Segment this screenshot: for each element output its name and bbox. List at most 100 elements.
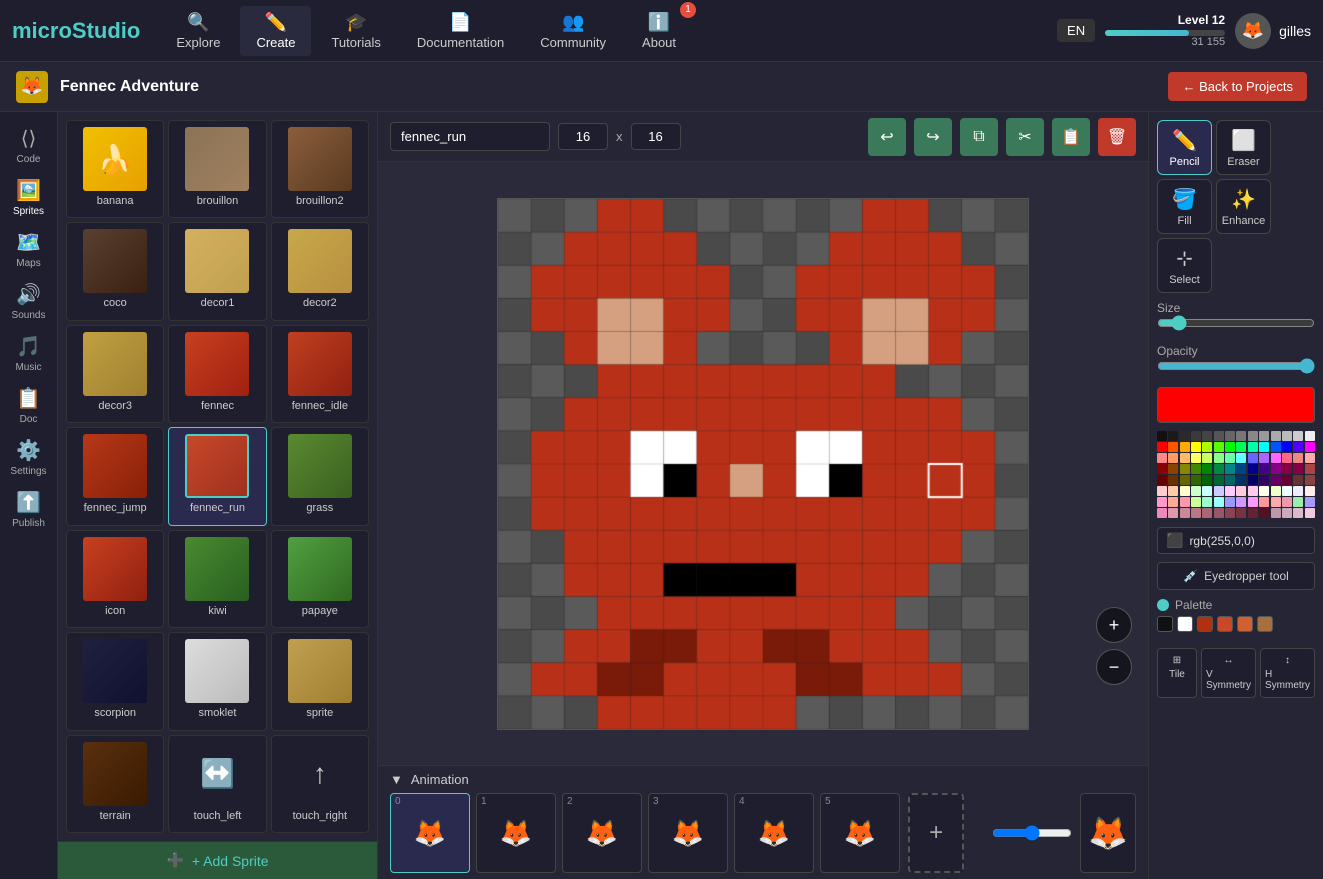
palette-color-7-8[interactable] [1248, 508, 1258, 518]
palette-color-0-8[interactable] [1248, 431, 1258, 441]
palette-color-4-4[interactable] [1202, 475, 1212, 485]
palette-color-5-9[interactable] [1259, 486, 1269, 496]
palette-color-4-10[interactable] [1271, 475, 1281, 485]
palette-color-5-0[interactable] [1157, 486, 1167, 496]
opacity-slider[interactable] [1157, 358, 1315, 374]
sprite-item-brouillon2[interactable]: brouillon2 [271, 120, 369, 218]
palette-color-7-2[interactable] [1180, 508, 1190, 518]
palette-color-1-11[interactable] [1282, 442, 1292, 452]
saved-color-1[interactable] [1177, 616, 1193, 632]
sidebar-item-publish[interactable]: ⬆️ Publish [4, 484, 54, 534]
animation-collapse-icon[interactable]: ▼ [390, 772, 403, 787]
sidebar-item-sounds[interactable]: 🔊 Sounds [4, 276, 54, 326]
palette-color-3-10[interactable] [1271, 464, 1281, 474]
palette-color-3-0[interactable] [1157, 464, 1167, 474]
palette-color-2-9[interactable] [1259, 453, 1269, 463]
palette-color-2-13[interactable] [1305, 453, 1315, 463]
palette-color-4-1[interactable] [1168, 475, 1178, 485]
palette-color-1-5[interactable] [1214, 442, 1224, 452]
palette-color-7-9[interactable] [1259, 508, 1269, 518]
fill-tool[interactable]: 🪣 Fill [1157, 179, 1212, 234]
palette-color-4-8[interactable] [1248, 475, 1258, 485]
zoom-in-button[interactable]: + [1096, 607, 1132, 643]
palette-color-0-5[interactable] [1214, 431, 1224, 441]
palette-color-7-5[interactable] [1214, 508, 1224, 518]
palette-color-4-7[interactable] [1236, 475, 1246, 485]
palette-color-7-10[interactable] [1271, 508, 1281, 518]
palette-color-5-12[interactable] [1293, 486, 1303, 496]
height-input[interactable] [631, 123, 681, 150]
sprite-item-fennec[interactable]: fennec [168, 325, 266, 423]
width-input[interactable] [558, 123, 608, 150]
palette-color-2-5[interactable] [1214, 453, 1224, 463]
sidebar-item-code[interactable]: ⟨⟩ Code [4, 120, 54, 170]
palette-color-5-1[interactable] [1168, 486, 1178, 496]
saved-color-0[interactable] [1157, 616, 1173, 632]
anim-frame-0[interactable]: 0 🦊 [390, 793, 470, 873]
enhance-tool[interactable]: ✨ Enhance [1216, 179, 1271, 234]
sprite-item-kiwi[interactable]: kiwi [168, 530, 266, 628]
eraser-tool[interactable]: ⬜ Eraser [1216, 120, 1271, 175]
language-button[interactable]: EN [1057, 19, 1095, 42]
add-frame-button[interactable]: + [908, 793, 964, 873]
palette-color-5-6[interactable] [1225, 486, 1235, 496]
palette-color-0-9[interactable] [1259, 431, 1269, 441]
palette-color-1-7[interactable] [1236, 442, 1246, 452]
palette-color-6-11[interactable] [1282, 497, 1292, 507]
palette-color-6-10[interactable] [1271, 497, 1281, 507]
palette-color-2-6[interactable] [1225, 453, 1235, 463]
palette-color-7-0[interactable] [1157, 508, 1167, 518]
sprite-item-fennec_jump[interactable]: fennec_jump [66, 427, 164, 525]
palette-color-7-13[interactable] [1305, 508, 1315, 518]
sprite-item-decor2[interactable]: decor2 [271, 222, 369, 320]
palette-color-4-2[interactable] [1180, 475, 1190, 485]
palette-color-2-11[interactable] [1282, 453, 1292, 463]
sidebar-item-settings[interactable]: ⚙️ Settings [4, 432, 54, 482]
palette-color-6-13[interactable] [1305, 497, 1315, 507]
palette-color-4-5[interactable] [1214, 475, 1224, 485]
palette-color-0-7[interactable] [1236, 431, 1246, 441]
palette-color-1-3[interactable] [1191, 442, 1201, 452]
palette-color-0-6[interactable] [1225, 431, 1235, 441]
palette-color-2-8[interactable] [1248, 453, 1258, 463]
palette-color-6-8[interactable] [1248, 497, 1258, 507]
palette-color-1-2[interactable] [1180, 442, 1190, 452]
palette-color-4-9[interactable] [1259, 475, 1269, 485]
h-symmetry-button[interactable]: ↕ H Symmetry [1260, 648, 1315, 698]
palette-color-3-2[interactable] [1180, 464, 1190, 474]
sprite-item-touch_right[interactable]: ↑ touch_right [271, 735, 369, 833]
pencil-tool[interactable]: ✏️ Pencil [1157, 120, 1212, 175]
sprite-item-smoklet[interactable]: smoklet [168, 632, 266, 730]
saved-color-5[interactable] [1257, 616, 1273, 632]
palette-color-0-10[interactable] [1271, 431, 1281, 441]
nav-item-create[interactable]: ✏️ Create [240, 6, 311, 56]
anim-frame-5[interactable]: 5 🦊 [820, 793, 900, 873]
palette-color-2-2[interactable] [1180, 453, 1190, 463]
sidebar-item-sprites[interactable]: 🖼️ Sprites [4, 172, 54, 222]
palette-color-4-0[interactable] [1157, 475, 1167, 485]
palette-color-2-3[interactable] [1191, 453, 1201, 463]
sprite-item-icon[interactable]: icon [66, 530, 164, 628]
palette-color-0-1[interactable] [1168, 431, 1178, 441]
sprite-item-coco[interactable]: coco [66, 222, 164, 320]
color-copy-icon[interactable]: ⬛ [1166, 532, 1183, 549]
eyedropper-button[interactable]: 💉 Eyedropper tool [1157, 562, 1315, 590]
palette-color-4-11[interactable] [1282, 475, 1292, 485]
palette-color-5-13[interactable] [1305, 486, 1315, 496]
palette-color-6-5[interactable] [1214, 497, 1224, 507]
palette-color-1-1[interactable] [1168, 442, 1178, 452]
sprite-item-brouillon[interactable]: brouillon [168, 120, 266, 218]
palette-color-2-7[interactable] [1236, 453, 1246, 463]
palette-color-6-9[interactable] [1259, 497, 1269, 507]
nav-item-documentation[interactable]: 📄 Documentation [401, 6, 520, 56]
palette-color-7-1[interactable] [1168, 508, 1178, 518]
palette-color-2-1[interactable] [1168, 453, 1178, 463]
palette-color-7-4[interactable] [1202, 508, 1212, 518]
select-tool[interactable]: ⊹ Select [1157, 238, 1212, 293]
sprite-item-banana[interactable]: 🍌 banana [66, 120, 164, 218]
sidebar-item-doc[interactable]: 📋 Doc [4, 380, 54, 430]
palette-color-6-4[interactable] [1202, 497, 1212, 507]
palette-color-4-3[interactable] [1191, 475, 1201, 485]
palette-color-3-1[interactable] [1168, 464, 1178, 474]
palette-color-6-0[interactable] [1157, 497, 1167, 507]
